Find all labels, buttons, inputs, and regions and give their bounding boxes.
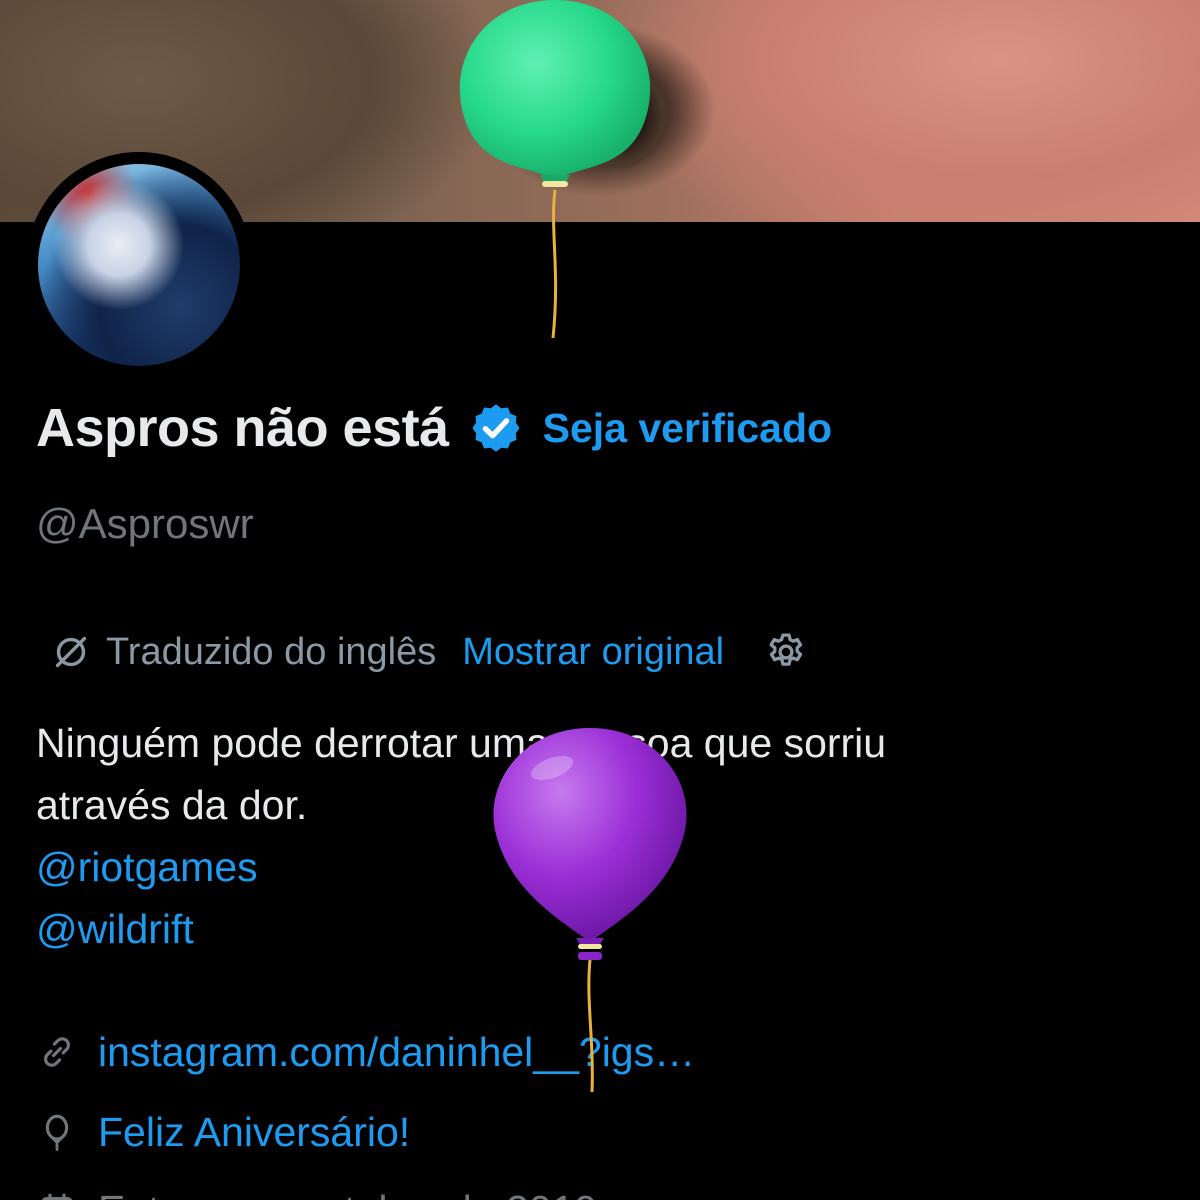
translation-row: Traduzido do inglês Mostrar original [48,624,808,680]
joined-row: Entrou em outubro de 2019 [36,1180,597,1200]
bio-line-1: Ninguém pode derrotar uma pessoa que sor… [36,720,887,766]
profile-bio: Ninguém pode derrotar uma pessoa que sor… [36,712,886,960]
avatar-image [38,164,240,366]
verified-badge-icon[interactable] [469,401,523,455]
calendar-icon [36,1189,78,1200]
profile-page: Aspros não está Seja verificado @Asprosw… [0,0,1200,1200]
balloon-icon [36,1111,78,1153]
gear-icon[interactable] [764,630,808,674]
bio-line-2: através da dor. [36,782,308,828]
link-icon [36,1031,78,1073]
mention-link-riotgames[interactable]: @riotgames [36,836,886,898]
purple-balloon-decoration [493,728,687,1093]
translated-label: Traduzido do inglês [106,630,437,673]
green-balloon-decoration [459,0,651,339]
show-original-link[interactable]: Mostrar original [462,631,724,674]
name-row: Aspros não está Seja verificado [36,388,832,468]
mention-link-wildrift[interactable]: @wildrift [36,898,886,960]
get-verified-link[interactable]: Seja verificado [543,405,832,452]
display-name: Aspros não está [36,398,449,458]
profile-handle: @Asproswr [36,500,254,547]
birthday-text: Feliz Aniversário! [98,1108,411,1155]
translate-icon [48,629,94,675]
birthday-row: Feliz Aniversário! [36,1102,410,1162]
profile-avatar[interactable] [26,152,252,378]
joined-date: Entrou em outubro de 2019 [98,1187,597,1200]
